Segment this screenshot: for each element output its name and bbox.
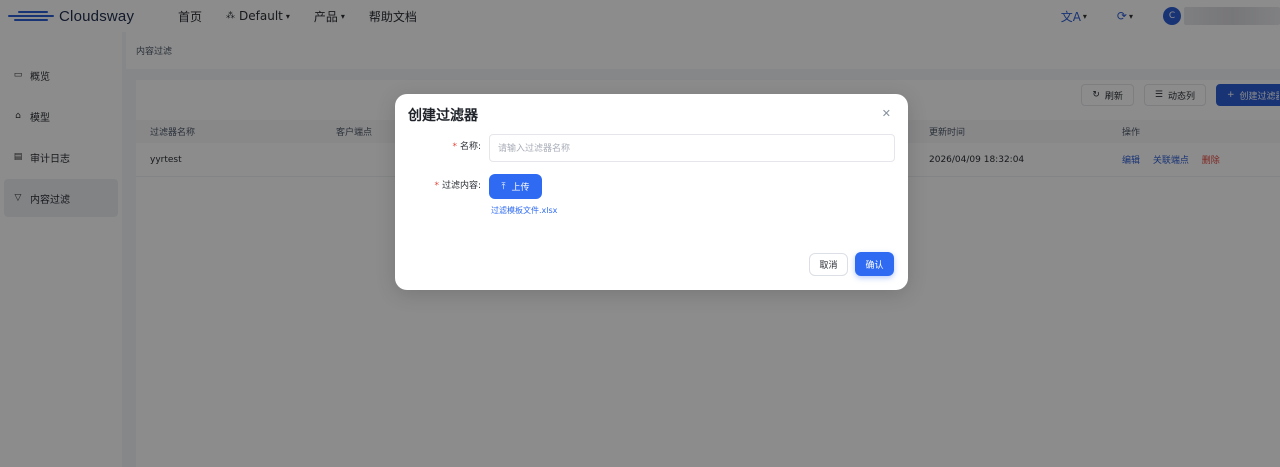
upload-button[interactable]: ⤒ 上传 (489, 174, 542, 199)
confirm-button[interactable]: 确认 (855, 252, 894, 276)
cancel-button[interactable]: 取消 (809, 253, 848, 276)
upload-icon: ⤒ (501, 181, 506, 192)
name-label-text: 名称: (459, 142, 481, 152)
template-download-link[interactable]: 过滤模板文件.xlsx (491, 205, 557, 216)
content-label-text: 过滤内容: (441, 181, 481, 191)
filter-name-input[interactable] (489, 134, 895, 162)
close-icon[interactable]: ✕ (882, 107, 891, 120)
name-field-label: * 名称: (435, 139, 481, 152)
required-marker: * (452, 142, 457, 152)
dialog-title: 创建过滤器 (408, 108, 478, 124)
content-field-label: * 过滤内容: (425, 178, 481, 191)
create-filter-dialog: 创建过滤器 ✕ *名称: *过滤内容: ⤒ 上传 过滤模板文件.xlsx 取消 … (395, 94, 908, 290)
upload-label: 上传 (511, 183, 530, 193)
required-marker: * (434, 181, 439, 191)
